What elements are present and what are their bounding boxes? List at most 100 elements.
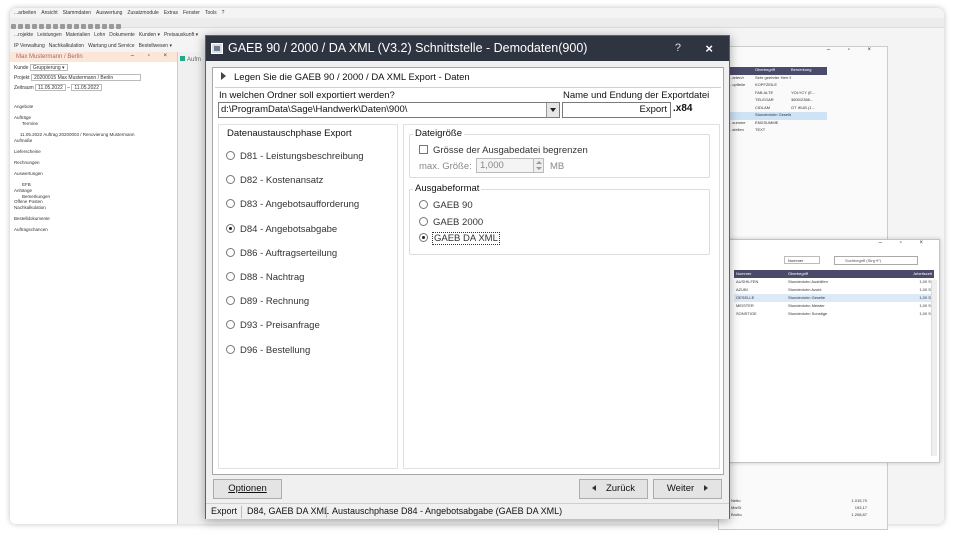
column-header[interactable]: Nummer (734, 270, 788, 278)
table-row[interactable]: ...arten/r Sehr geehrter Herr Mu... (729, 75, 827, 83)
dialog-title: GAEB 90 / 2000 / DA XML (V3.2) Schnittst… (228, 41, 588, 55)
phase-radio[interactable] (226, 320, 235, 330)
phase-radio[interactable] (226, 247, 235, 257)
folder-combobox[interactable]: d:\ProgramData\Sage\Handwerk\Daten\900\ (218, 102, 560, 118)
phase-radio[interactable] (226, 151, 235, 160)
tree-item[interactable]: Auftragschancen (12, 227, 135, 233)
cell-term: Stundenlohn Sonstige (788, 311, 828, 316)
chevron-down-icon[interactable] (546, 103, 559, 117)
menu-item[interactable]: Tools (205, 10, 217, 16)
menu-item[interactable]: Ansicht (41, 10, 57, 16)
phase-label: D88 - Nachtrag (240, 272, 305, 283)
phase-radio[interactable] (226, 175, 235, 185)
ribbon-item[interactable]: Materialien (66, 32, 90, 38)
next-button[interactable]: Weiter (653, 479, 722, 499)
cell-type: ...arten/r (729, 74, 744, 80)
cell-note: YOLYCY (E... (791, 89, 816, 95)
catalog-table: Nummer Oberbegriff Arbeitszeit AUSHILFEN Stu… (734, 270, 934, 318)
filename-input[interactable]: Export (562, 102, 671, 118)
phase-label: D82 - Kostenansatz (240, 175, 324, 187)
ribbon-item[interactable]: ...rojekte (14, 32, 33, 38)
phase-option[interactable]: D86 - Auftragserteilung (226, 247, 337, 259)
format-radio[interactable] (419, 200, 428, 209)
format-option[interactable]: GAEB 90 (419, 200, 473, 211)
cell-term: Stundenlohn Azubi (788, 287, 822, 292)
ribbon-item[interactable]: Kunden ▾ (139, 32, 160, 38)
phase-option[interactable]: D83 - Angebotsaufforderung (226, 199, 359, 210)
menu-item[interactable]: Auswertung (96, 10, 122, 16)
phase-option[interactable]: D82 - Kostenansatz (226, 175, 323, 186)
phase-radio[interactable] (226, 296, 235, 306)
cell-term: CIDLAM (755, 104, 771, 110)
table-row[interactable]: ...opfteile KOPFZEILE (729, 82, 827, 90)
phase-option[interactable]: D89 - Rechnung (226, 296, 309, 307)
max-size-stepper[interactable] (533, 158, 544, 173)
table-row[interactable]: ...summe ENDSUMME (729, 120, 827, 128)
menu-item[interactable]: ? (222, 10, 225, 16)
format-radio[interactable] (419, 233, 428, 242)
period-to-field[interactable]: 11.05.2022 (71, 84, 102, 91)
table-row[interactable]: TELEGAR 3600/2366... (729, 97, 827, 105)
menu-item[interactable]: Zusatzmodule (127, 10, 158, 16)
ribbon-item[interactable]: Bestellwesen ▾ (139, 43, 172, 49)
catalog-scrollbar[interactable] (931, 280, 937, 456)
phase-option[interactable]: D93 - Preisanfrage (226, 320, 320, 331)
close-button[interactable]: × (705, 36, 713, 61)
format-option[interactable]: GAEB DA XML (419, 232, 500, 245)
section-title: Legen Sie die GAEB 90 / 2000 / DA XML Ex… (234, 72, 470, 83)
phase-radio[interactable] (226, 199, 235, 209)
table-row[interactable]: SONSTIGE Stundenlohn Sonstige 1,00 St (734, 310, 934, 318)
help-button[interactable]: ? (675, 36, 681, 61)
format-option[interactable]: GAEB 2000 (419, 216, 483, 228)
options-button[interactable]: Optionen (213, 479, 282, 499)
total-row: Netto 1.015,70 (731, 498, 887, 505)
limit-size-checkbox[interactable] (419, 145, 428, 154)
table-row[interactable]: CIDLAM GT IKUB (1... (729, 105, 827, 113)
arrow-right-icon (704, 485, 709, 491)
ribbon-item[interactable]: IP Verwaltung (14, 43, 45, 49)
menu-item[interactable]: Stammdaten (63, 10, 91, 16)
back-button[interactable]: Zurück (579, 479, 648, 499)
menu-item[interactable]: Fenster (183, 10, 200, 16)
catalog-search-input[interactable]: Suchbegriff (Strg+F) (834, 256, 918, 265)
phase-radio[interactable] (226, 223, 235, 233)
table-row[interactable]: Stundenlohn Geselle (729, 112, 827, 120)
aufmass-tab[interactable]: Aufm (180, 56, 201, 63)
phase-option[interactable]: D88 - Nachtrag (226, 272, 304, 283)
cell-type: ...stellen (729, 127, 744, 132)
table-row[interactable]: MEISTER Stundenlohn Meister 1,00 St (734, 302, 934, 310)
total-row: Brutto 1.208,87 (731, 512, 887, 519)
menu-item[interactable]: ...arbeiten (14, 10, 36, 16)
tree-item[interactable]: 11.05.2022 Auftrag 20200003 / Renovierun… (12, 132, 135, 138)
table-row[interactable]: AZUBI Stundenlohn Azubi 1,00 St (734, 286, 934, 294)
phase-option[interactable]: D81 - Leistungsbeschreibung (226, 151, 364, 162)
ribbon-item[interactable]: Leistungen (37, 32, 61, 38)
phase-option[interactable]: D84 - Angebotsabgabe (226, 223, 337, 235)
period-from-field[interactable]: 11.05.2022 (35, 84, 66, 91)
gaeb-export-dialog: GAEB 90 / 2000 / DA XML (V3.2) Schnittst… (205, 35, 730, 519)
column-header[interactable]: Arbeitszeit (896, 270, 932, 278)
table-row[interactable]: FAB ALTE YOLYCY (E... (729, 90, 827, 98)
table-row[interactable]: AUSHILFEN Stundenlohn Aushilfen 1,00 St (734, 278, 934, 286)
table-row[interactable]: ...stellen TEXT (729, 127, 827, 135)
section-header[interactable]: Legen Sie die GAEB 90 / 2000 / DA XML Ex… (221, 72, 470, 83)
table-row[interactable]: GESELLE Stundenlohn Geselle 1,00 St (734, 294, 934, 302)
catalog-window-controls[interactable]: – ▫ × (728, 240, 939, 252)
menu-item[interactable]: Extras (164, 10, 178, 16)
positions-window-controls[interactable]: – ▫ × (719, 47, 887, 57)
phase-radio[interactable] (226, 344, 235, 354)
cell-term: Stundenlohn Aushilfen (788, 279, 828, 284)
project-pane-window-controls[interactable]: – ▫ × (131, 53, 173, 59)
project-select[interactable]: 20200015 Max Mustermann / Berlin (30, 74, 141, 81)
ribbon-item[interactable]: Nachkalkulation (49, 43, 84, 49)
phase-radio[interactable] (226, 272, 235, 281)
grouping-select[interactable]: Gruppierung ▾ (29, 64, 68, 71)
format-radio[interactable] (419, 216, 428, 226)
column-header[interactable]: Oberbegriff (788, 270, 896, 278)
ribbon-item[interactable]: Lohn (94, 32, 105, 38)
limit-size-checkbox-row[interactable]: Grösse der Ausgabedatei begrenzen (419, 145, 588, 156)
ribbon-item[interactable]: Dokumente (109, 32, 135, 38)
ribbon-item[interactable]: Wartung und Service (88, 43, 135, 49)
ribbon-item[interactable]: Preisauskunft ▾ (164, 32, 198, 38)
phase-option[interactable]: D96 - Bestellung (226, 344, 310, 356)
